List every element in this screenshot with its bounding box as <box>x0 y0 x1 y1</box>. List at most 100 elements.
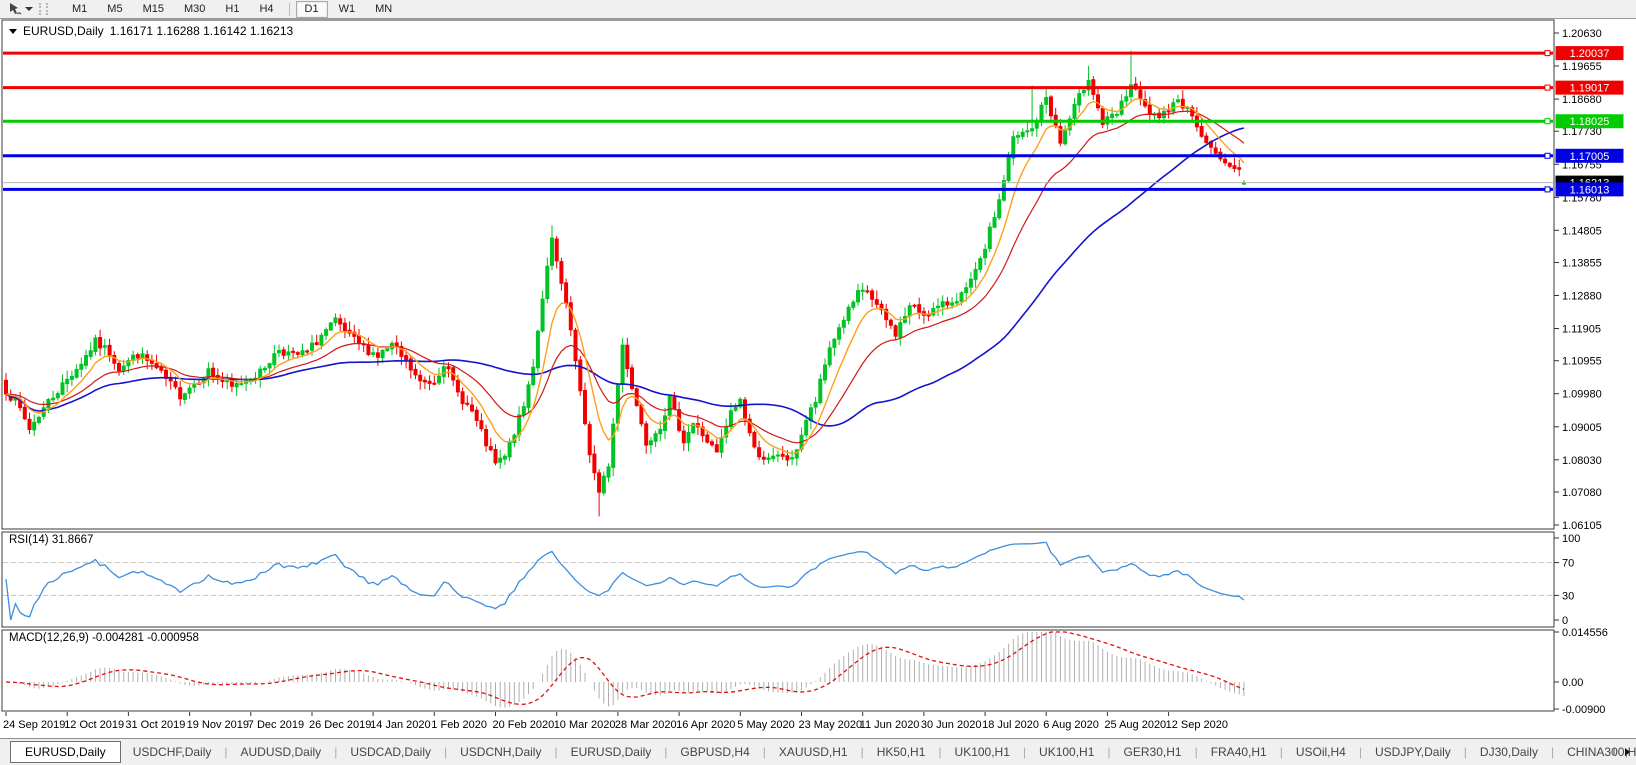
price-axis-tick: 1.18680 <box>1562 94 1602 106</box>
price-badge-text: 1.16013 <box>1570 184 1610 196</box>
price-axis-tick: 1.11905 <box>1562 324 1601 336</box>
ma-slow-line <box>5 127 1245 427</box>
tab-usdcnh-daily[interactable]: USDCNH,Daily <box>448 743 553 761</box>
timeframe-button-m30[interactable]: M30 <box>175 1 214 18</box>
rsi-panel-frame <box>1 531 1555 628</box>
price-axis-tick: 1.07080 <box>1562 487 1602 499</box>
ma-fast-line <box>5 98 1245 455</box>
date-axis-label: 31 Oct 2019 <box>125 719 185 731</box>
tab-uk100-h1[interactable]: UK100,H1 <box>1027 743 1106 761</box>
date-axis-label: 19 Nov 2019 <box>187 719 249 731</box>
date-axis-label: 26 Dec 2019 <box>309 719 371 731</box>
tab-gbpusd-h4[interactable]: GBPUSD,H4 <box>668 743 761 761</box>
price-axis-tick: 1.09980 <box>1562 389 1602 401</box>
tab-eurusd-daily[interactable]: EURUSD,Daily <box>559 743 664 761</box>
tab-ger30-h1[interactable]: GER30,H1 <box>1112 743 1194 761</box>
timeframe-button-mn[interactable]: MN <box>366 1 401 18</box>
timeframe-button-h1[interactable]: H1 <box>216 1 248 18</box>
macd-axis-tick: -0.00900 <box>1562 704 1605 716</box>
tabs-scroll-right-button[interactable] <box>1625 748 1630 756</box>
date-axis-label: 30 Jun 2020 <box>921 719 982 731</box>
tab-uk100-h1[interactable]: UK100,H1 <box>943 743 1022 761</box>
price-axis-tick: 1.14805 <box>1562 225 1602 237</box>
rsi-line <box>5 541 1245 621</box>
price-axis-tick: 1.10955 <box>1562 356 1602 368</box>
date-axis-label: 6 Aug 2020 <box>1043 719 1099 731</box>
date-axis-label: 20 Feb 2020 <box>493 719 555 731</box>
timeframe-button-m5[interactable]: M5 <box>98 1 131 18</box>
date-axis-label: 16 Apr 2020 <box>676 719 735 731</box>
hline-handle-1.20037[interactable] <box>1544 50 1551 57</box>
rsi-axis-tick: 30 <box>1562 590 1574 602</box>
chart-title-ohlc: 1.16171 1.16288 1.16142 1.16213 <box>109 24 294 38</box>
timeframe-button-w1[interactable]: W1 <box>330 1 365 18</box>
tab-usdchf-daily[interactable]: USDCHF,Daily <box>121 743 224 761</box>
rsi-axis-tick: 70 <box>1562 558 1574 570</box>
tab-fra40-h1[interactable]: FRA40,H1 <box>1199 743 1279 761</box>
hline-handle-1.19017[interactable] <box>1544 84 1551 91</box>
date-axis-label: 5 May 2020 <box>737 719 794 731</box>
chart-title: EURUSD,Daily 1.16171 1.16288 1.16142 1.1… <box>9 24 293 38</box>
chart-area[interactable]: 1.20630 1.19655 1.18680 1.17730 1.16755 1.157… <box>0 19 1636 738</box>
macd-indicator-label: MACD(12,26,9) -0.004281 -0.000958 <box>9 632 199 644</box>
price-badge-text: 1.19017 <box>1570 83 1610 95</box>
price-axis-tick: 1.19655 <box>1562 61 1602 73</box>
price-badge-text: 1.18025 <box>1570 116 1610 128</box>
chart-title-collapse-icon[interactable] <box>9 28 17 34</box>
date-axis-label: 24 Sep 2019 <box>3 719 65 731</box>
date-axis-label: 28 Mar 2020 <box>615 719 677 731</box>
tab-hk50-h1[interactable]: HK50,H1 <box>865 743 938 761</box>
price-axis-tick: 1.12880 <box>1562 291 1602 303</box>
tab-usdjpy-daily[interactable]: USDJPY,Daily <box>1363 743 1463 761</box>
macd-panel-frame <box>1 629 1555 712</box>
price-axis-tick: 1.06105 <box>1562 520 1602 532</box>
crosshair-cursor-icon <box>10 3 22 15</box>
chart-title-symbol: EURUSD,Daily <box>23 24 104 38</box>
rsi-indicator-label: RSI(14) 31.8667 <box>9 534 94 546</box>
date-axis-label: 7 Dec 2019 <box>248 719 304 731</box>
toolbar-grip-handle[interactable] <box>39 3 48 15</box>
bear-candle-wicks <box>5 76 1240 517</box>
tab-usoil-h4[interactable]: USOil,H4 <box>1284 743 1358 761</box>
date-axis-label: 11 Jun 2020 <box>860 719 920 731</box>
tab-usdcad-daily[interactable]: USDCAD,Daily <box>338 743 443 761</box>
hline-handle-1.16013[interactable] <box>1544 186 1551 193</box>
timeframe-button-group: M1 M5 M15 M30 H1 H4 D1 W1 MN <box>58 0 406 18</box>
timeframe-button-d1[interactable]: D1 <box>295 0 328 18</box>
rsi-axis-tick: 100 <box>1562 533 1580 545</box>
bear-candle-bodies <box>4 79 1242 493</box>
cursor-tool-caret-icon <box>25 7 33 11</box>
date-axis-label: 12 Oct 2019 <box>64 719 124 731</box>
ma-medium-line <box>5 110 1245 444</box>
date-axis-label: 23 May 2020 <box>799 719 863 731</box>
tabs-scroll-left-button[interactable] <box>1610 748 1615 756</box>
top-toolbar: M1 M5 M15 M30 H1 H4 D1 W1 MN <box>0 0 1636 19</box>
cursor-tool-button[interactable] <box>4 1 37 17</box>
hline-handle-1.17005[interactable] <box>1544 152 1551 159</box>
date-axis-label: 14 Jan 2020 <box>370 719 431 731</box>
date-axis-label: 18 Jul 2020 <box>982 719 1039 731</box>
macd-axis-tick: 0.00 <box>1562 677 1583 689</box>
price-axis-tick: 1.13855 <box>1562 258 1602 270</box>
date-axis-label: 10 Mar 2020 <box>554 719 616 731</box>
tab-audusd-daily[interactable]: AUDUSD,Daily <box>229 743 334 761</box>
price-axis-tick: 1.20630 <box>1562 28 1602 40</box>
timeframe-button-m1[interactable]: M1 <box>63 1 96 18</box>
timeframe-button-m15[interactable]: M15 <box>134 1 173 18</box>
rsi-axis-tick: 0 <box>1562 615 1568 627</box>
price-badge-text: 1.17005 <box>1570 151 1610 163</box>
macd-axis-tick: 0.014556 <box>1562 627 1608 639</box>
price-axis-tick: 1.08030 <box>1562 455 1602 467</box>
price-chart-canvas: 1.206301.196551.186801.177301.167551.157… <box>1 19 1624 731</box>
tab-xauusd-h1[interactable]: XAUUSD,H1 <box>767 743 860 761</box>
price-badge-text: 1.20037 <box>1570 48 1610 60</box>
date-axis-label: 25 Aug 2020 <box>1104 719 1166 731</box>
date-axis-label: 12 Sep 2020 <box>1166 719 1228 731</box>
tab-dj30-daily[interactable]: DJ30,Daily <box>1468 743 1550 761</box>
price-axis-tick: 1.09005 <box>1562 422 1602 434</box>
bull-candle-wicks <box>14 50 1245 496</box>
hline-handle-1.18025[interactable] <box>1544 118 1551 125</box>
toolbar-separator <box>288 2 290 16</box>
timeframe-button-h4[interactable]: H4 <box>250 1 282 18</box>
tab-eurusd-daily[interactable]: EURUSD,Daily <box>10 741 121 763</box>
